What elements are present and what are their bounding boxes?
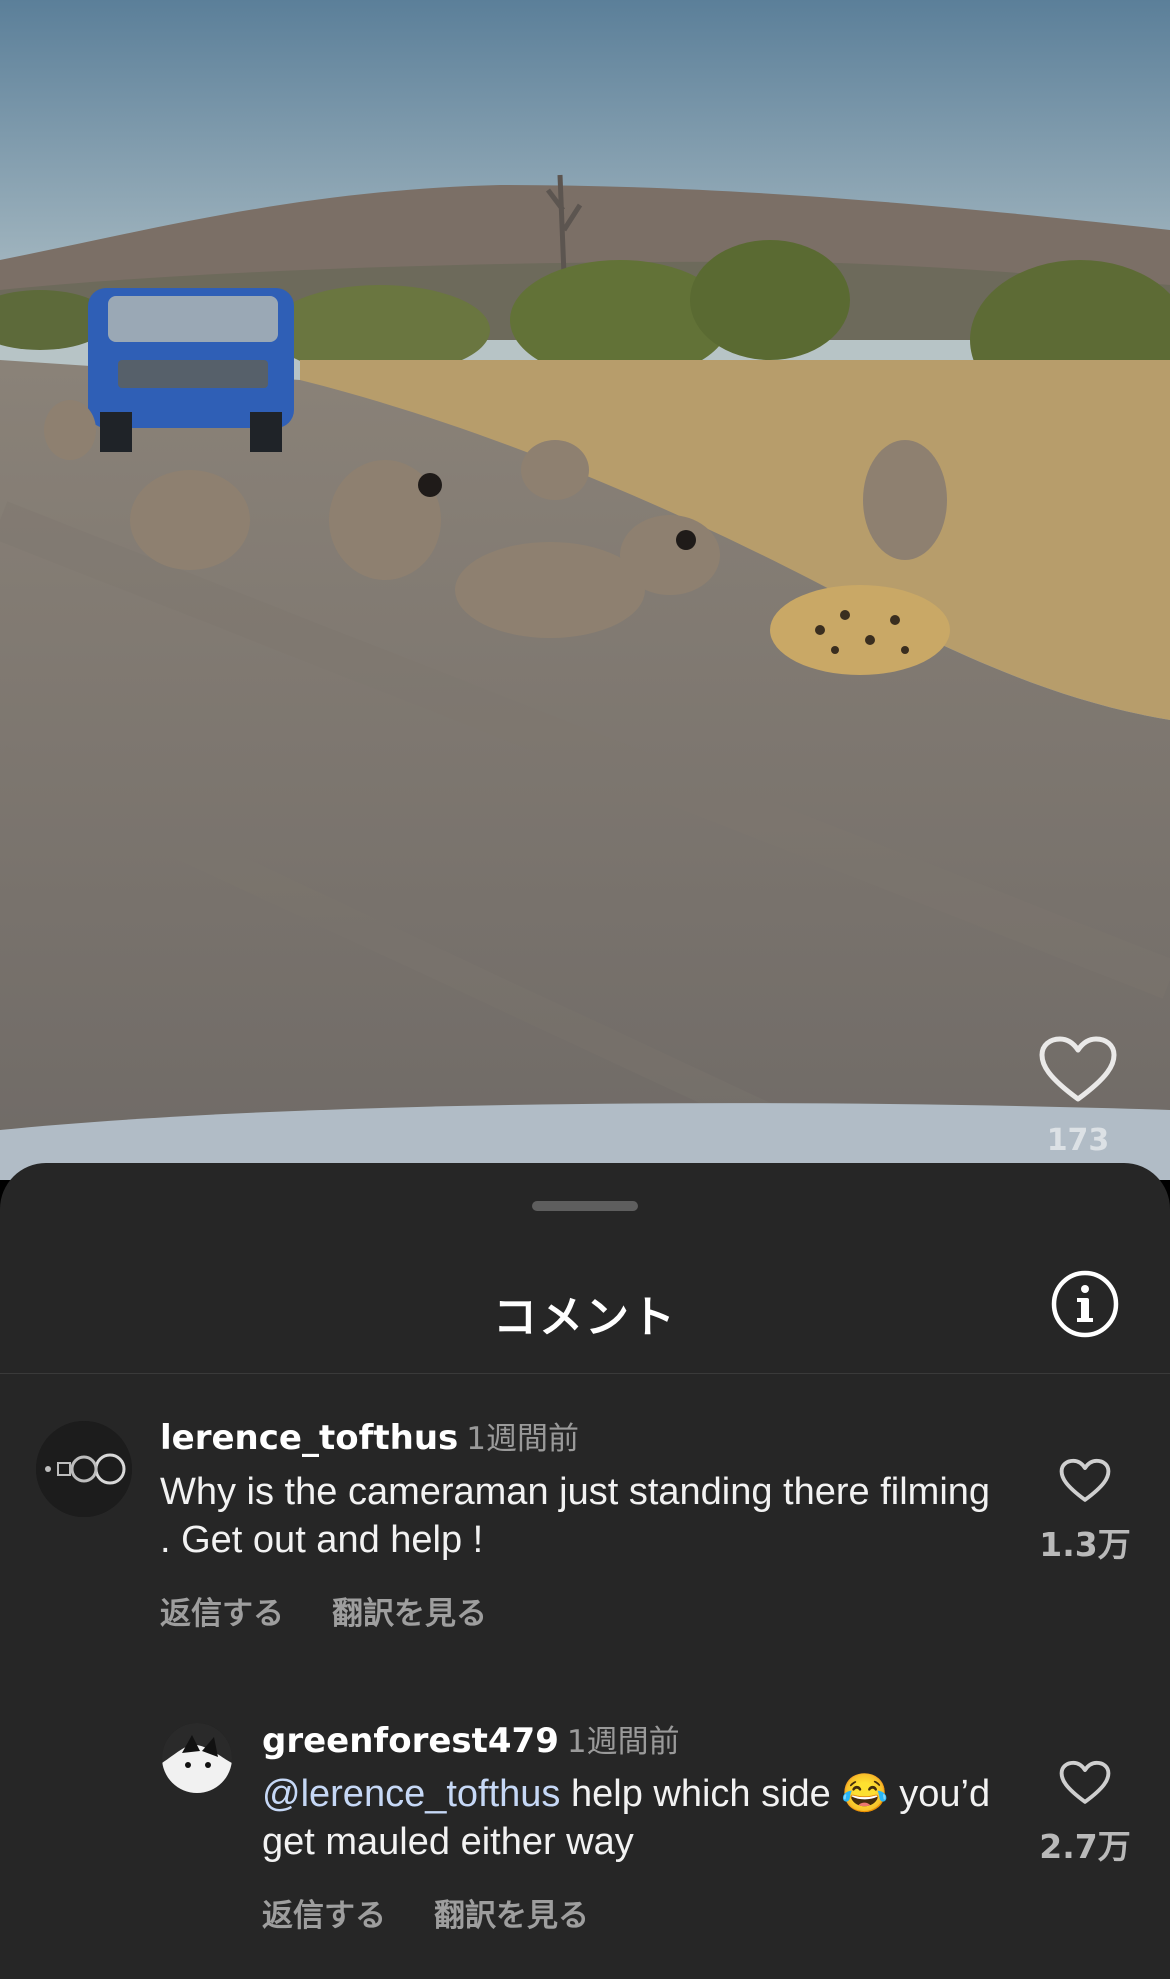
video-frame: [0, 0, 1170, 1180]
info-icon: [1051, 1270, 1119, 1338]
reply-username[interactable]: greenforest479: [262, 1721, 559, 1761]
avatar[interactable]: [162, 1723, 232, 1793]
avatar-image: [36, 1421, 132, 1517]
comment-like-button[interactable]: 1.3万: [1030, 1458, 1140, 1566]
comment-username[interactable]: lerence_tofthus: [160, 1418, 458, 1458]
reply-actions: 返信する 翻訳を見る: [262, 1890, 589, 1935]
sheet-grabber[interactable]: [532, 1201, 638, 1211]
video-player[interactable]: 173万: [0, 0, 1170, 1180]
heart-outline-icon: [1039, 1036, 1117, 1102]
reply-button[interactable]: 返信する: [262, 1898, 386, 1934]
sheet-divider: [0, 1373, 1170, 1374]
video-like-button[interactable]: 173万: [1036, 1035, 1120, 1180]
heart-outline-icon: [1059, 1760, 1111, 1804]
translate-button[interactable]: 翻訳を見る: [434, 1898, 589, 1934]
info-button[interactable]: [1050, 1269, 1120, 1339]
reply-like-count: 2.7万: [1039, 1827, 1131, 1866]
reply-button[interactable]: 返信する: [160, 1596, 284, 1632]
mention-link[interactable]: @lerence_tofthus: [262, 1773, 560, 1815]
comment-time: 1週間前: [466, 1421, 579, 1457]
reply-like-button[interactable]: 2.7万: [1030, 1760, 1140, 1868]
reply-text: @lerence_tofthus help which side 😂 you’d…: [262, 1770, 1002, 1866]
sheet-title: コメント: [493, 1292, 677, 1343]
reply-time: 1週間前: [566, 1724, 680, 1760]
comment-like-count: 1.3万: [1039, 1525, 1131, 1564]
comments-sheet: コメント lerence_tofthus 1週間前 Why is the came…: [0, 1163, 1170, 1979]
reply-meta: greenforest479 1週間前: [262, 1716, 680, 1761]
comment-actions: 返信する 翻訳を見る: [160, 1588, 487, 1633]
heart-outline-icon: [1059, 1458, 1111, 1502]
comment-text: Why is the cameraman just standing there…: [160, 1471, 991, 1561]
comment-meta: lerence_tofthus 1週間前: [160, 1413, 579, 1458]
translate-button[interactable]: 翻訳を見る: [332, 1596, 487, 1632]
avatar-image: [162, 1723, 232, 1793]
avatar[interactable]: [36, 1421, 132, 1517]
